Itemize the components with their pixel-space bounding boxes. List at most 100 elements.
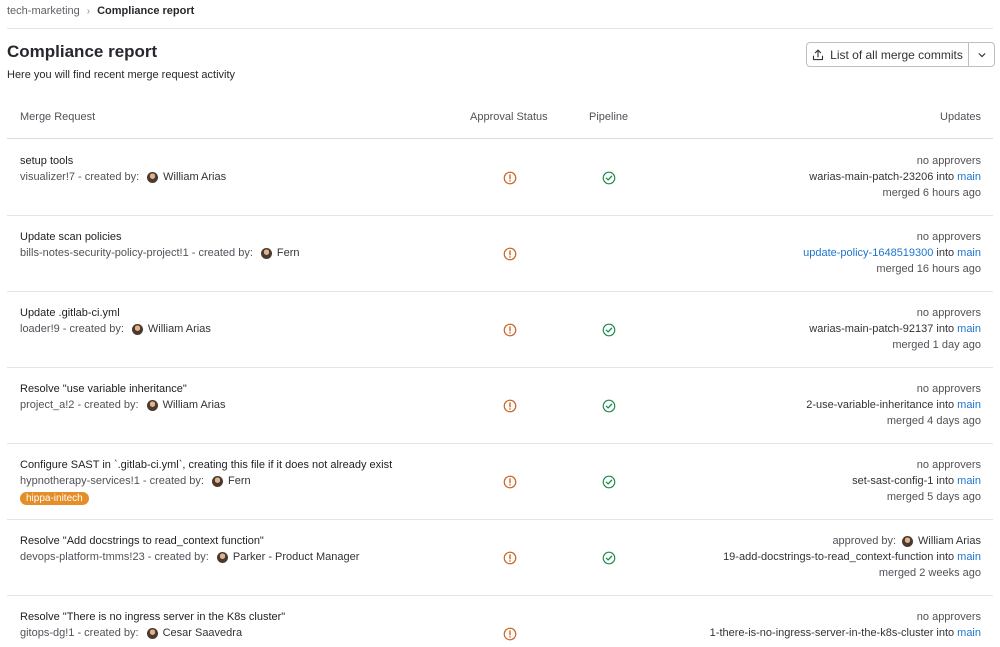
author-name[interactable]: Fern: [277, 247, 300, 259]
into-label: into: [936, 627, 955, 639]
author-avatar[interactable]: [146, 627, 158, 639]
approvers-text: no approvers: [916, 307, 981, 319]
approval-warning-icon[interactable]: [503, 627, 517, 641]
pipeline-success-icon[interactable]: [602, 399, 616, 413]
merge-request-reference[interactable]: project_a!2: [20, 399, 74, 411]
chevron-down-icon: [978, 52, 985, 57]
author-name[interactable]: Fern: [228, 475, 251, 487]
pipeline-success-icon[interactable]: [602, 171, 616, 185]
approval-warning-icon[interactable]: [503, 323, 517, 337]
created-by-label: - created by:: [62, 323, 124, 335]
created-by-label: - created by:: [78, 171, 140, 183]
author-avatar[interactable]: [211, 475, 223, 487]
merge-request-title-link[interactable]: Resolve "Add docstrings to read_context …: [20, 535, 264, 547]
merge-request-title-link[interactable]: Resolve "use variable inheritance": [20, 383, 187, 395]
approvers-text: no approvers: [916, 155, 981, 167]
export-icon: [813, 49, 824, 60]
author-name[interactable]: William Arias: [148, 323, 211, 335]
breadcrumb-group-link[interactable]: tech-marketing: [7, 5, 80, 17]
source-branch: 2-use-variable-inheritance: [806, 399, 934, 411]
merge-request-reference[interactable]: loader!9: [20, 323, 60, 335]
merge-request-reference[interactable]: bills-notes-security-policy-project!1: [20, 247, 189, 259]
merge-request-title-link[interactable]: Update .gitlab-ci.yml: [20, 307, 120, 319]
merged-time: merged 4 days ago: [886, 415, 981, 427]
merge-request-reference[interactable]: visualizer!7: [20, 171, 75, 183]
pipeline-success-icon[interactable]: [602, 475, 616, 489]
table-row: Configure SAST in `.gitlab-ci.yml`, crea…: [7, 444, 993, 520]
author-name[interactable]: Cesar Saavedra: [163, 627, 243, 639]
approval-warning-icon[interactable]: [503, 171, 517, 185]
created-by-label: - created by:: [77, 627, 139, 639]
source-branch: set-sast-config-1: [852, 475, 934, 487]
author-avatar[interactable]: [216, 551, 228, 563]
merge-request-reference[interactable]: gitops-dg!1: [20, 627, 74, 639]
compliance-framework-badge[interactable]: hippa-initech: [20, 492, 89, 505]
page-subtitle: Here you will find recent merge request …: [7, 69, 236, 81]
author-avatar[interactable]: [146, 399, 158, 411]
target-branch-link[interactable]: main: [957, 551, 981, 563]
column-header-merge-request[interactable]: Merge Request: [20, 111, 95, 123]
author-name[interactable]: Parker - Product Manager: [233, 551, 360, 563]
merge-request-title-link[interactable]: setup tools: [20, 155, 73, 167]
into-label: into: [936, 475, 955, 487]
approver-name[interactable]: William Arias: [918, 535, 981, 547]
source-branch: 19-add-docstrings-to-read_context-functi…: [723, 551, 934, 563]
into-label: into: [936, 171, 955, 183]
approval-warning-icon[interactable]: [503, 399, 517, 413]
column-header-approval-status[interactable]: Approval Status: [470, 111, 548, 123]
merge-request-meta: visualizer!7- created by: William Arias: [20, 171, 226, 183]
export-dropdown-toggle[interactable]: [969, 43, 994, 66]
target-branch-link[interactable]: main: [957, 323, 981, 335]
pipeline-success-icon[interactable]: [602, 323, 616, 337]
approvers-line: no approvers: [917, 155, 981, 167]
approval-warning-icon[interactable]: [503, 247, 517, 261]
merged-time: merged 6 hours ago: [882, 187, 981, 199]
column-header-pipeline[interactable]: Pipeline: [589, 111, 628, 123]
approvers-text: no approvers: [916, 231, 981, 243]
merge-request-meta: gitops-dg!1- created by: Cesar Saavedra: [20, 627, 242, 639]
author-name[interactable]: William Arias: [163, 399, 226, 411]
merge-request-meta: loader!9- created by: William Arias: [20, 323, 211, 335]
source-branch: 1-there-is-no-ingress-server-in-the-k8s-…: [709, 627, 934, 639]
into-label: into: [936, 551, 955, 563]
list-merge-commits-button[interactable]: List of all merge commits: [807, 43, 969, 66]
table-row: setup tools visualizer!7- created by: Will…: [7, 140, 993, 216]
header-divider: [7, 28, 993, 29]
created-by-label: - created by:: [191, 247, 253, 259]
approver-avatar[interactable]: [902, 535, 914, 547]
approvers-line: no approvers: [917, 383, 981, 395]
merge-request-title-link[interactable]: Update scan policies: [20, 231, 122, 243]
author-avatar[interactable]: [260, 247, 272, 259]
target-branch-link[interactable]: main: [957, 475, 981, 487]
approvers-text: approved by:: [832, 535, 897, 547]
source-branch[interactable]: update-policy-1648519300: [803, 247, 933, 259]
approvers-line: no approvers: [917, 231, 981, 243]
created-by-label: - created by:: [142, 475, 204, 487]
merge-request-reference[interactable]: devops-platform-tmms!23: [20, 551, 145, 563]
merge-request-title-link[interactable]: Configure SAST in `.gitlab-ci.yml`, crea…: [20, 459, 392, 471]
breadcrumb: tech-marketing › Compliance report: [7, 4, 194, 18]
target-branch-link[interactable]: main: [957, 171, 981, 183]
target-branch-link[interactable]: main: [957, 627, 981, 639]
approval-warning-icon[interactable]: [503, 475, 517, 489]
merge-request-reference[interactable]: hypnotherapy-services!1: [20, 475, 140, 487]
export-split-button: List of all merge commits: [806, 42, 995, 67]
branch-line: 1-there-is-no-ingress-server-in-the-k8s-…: [710, 627, 981, 639]
merge-request-meta: bills-notes-security-policy-project!1- c…: [20, 247, 300, 259]
into-label: into: [936, 247, 955, 259]
column-header-updates[interactable]: Updates: [940, 111, 981, 123]
merge-request-title-link[interactable]: Resolve "There is no ingress server in t…: [20, 611, 285, 623]
merge-request-meta: project_a!2- created by: William Arias: [20, 399, 226, 411]
target-branch-link[interactable]: main: [957, 399, 981, 411]
author-avatar[interactable]: [131, 323, 143, 335]
table-row: Update .gitlab-ci.yml loader!9- created b…: [7, 292, 993, 368]
list-merge-commits-label: List of all merge commits: [830, 47, 963, 62]
pipeline-success-icon[interactable]: [602, 551, 616, 565]
target-branch-link[interactable]: main: [957, 247, 981, 259]
approval-warning-icon[interactable]: [503, 551, 517, 565]
into-label: into: [936, 399, 955, 411]
author-name[interactable]: William Arias: [163, 171, 226, 183]
author-avatar[interactable]: [147, 171, 159, 183]
source-branch: warias-main-patch-23206: [809, 171, 934, 183]
breadcrumb-separator-icon: ›: [86, 5, 91, 17]
